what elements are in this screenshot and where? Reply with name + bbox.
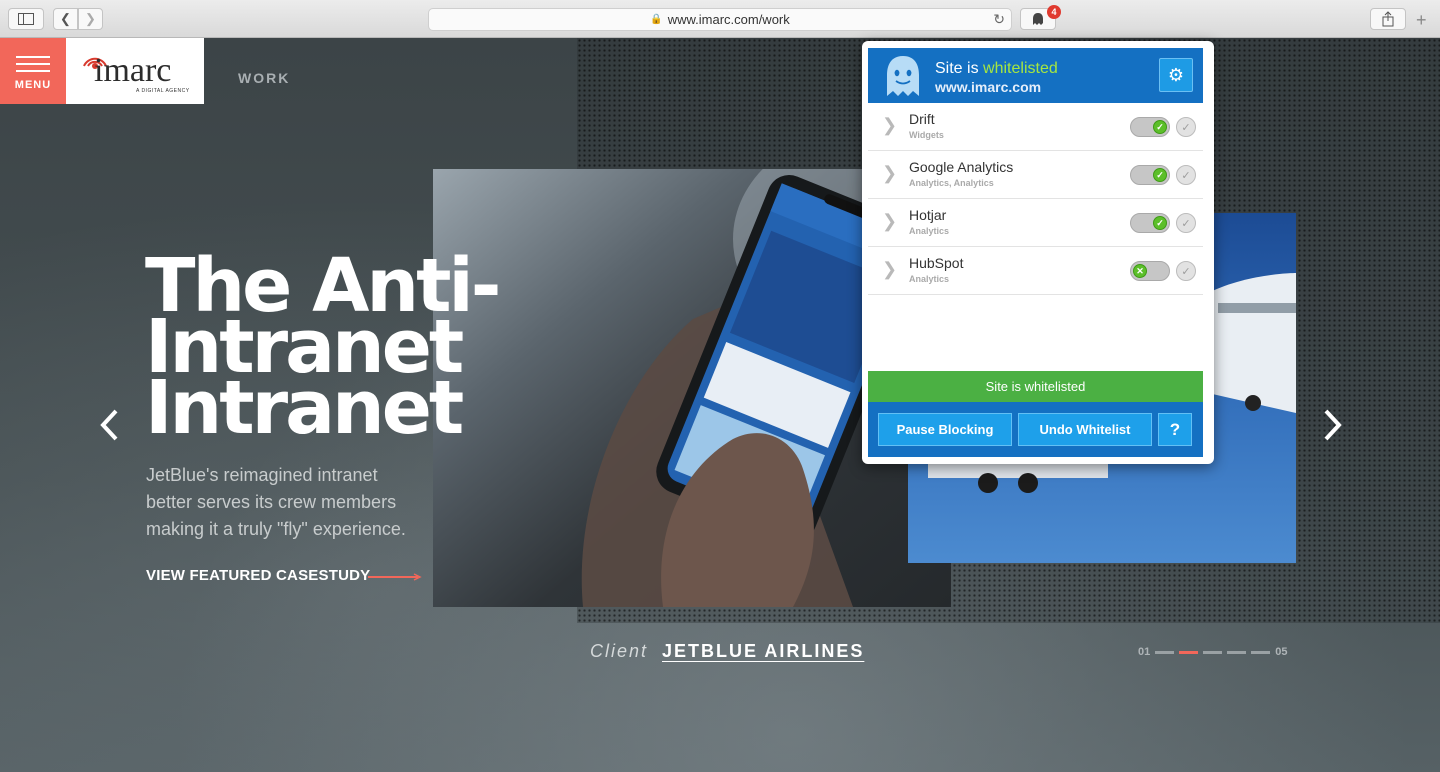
chevron-right-icon[interactable]: ❯ bbox=[882, 115, 897, 136]
tracker-row[interactable]: ❯ Google Analytics Analytics, Analytics … bbox=[868, 151, 1203, 199]
trust-check-button[interactable]: ✓ bbox=[1176, 165, 1196, 185]
nav-work[interactable]: WORK bbox=[238, 70, 290, 86]
popup-title: Site is whitelisted bbox=[935, 60, 1058, 78]
pager-segment[interactable] bbox=[1227, 650, 1247, 654]
checkmark-icon: ✓ bbox=[1181, 121, 1191, 134]
address-bar[interactable]: 🔒 www.imarc.com/work ↻ bbox=[428, 8, 1012, 31]
popup-domain: www.imarc.com bbox=[935, 79, 1042, 95]
trust-check-button[interactable]: ✓ bbox=[1176, 261, 1196, 281]
logo-wordmark: imarc bbox=[94, 52, 172, 89]
sidebar-icon bbox=[18, 13, 34, 25]
x-icon: ✕ bbox=[1133, 264, 1147, 278]
pager-end: 05 bbox=[1275, 646, 1288, 658]
checkmark-icon: ✓ bbox=[1181, 169, 1191, 182]
pager-start: 01 bbox=[1138, 646, 1151, 658]
tracker-name: HubSpot bbox=[909, 255, 964, 271]
slide-pager: 01 05 bbox=[1138, 646, 1288, 658]
client-label: Client bbox=[590, 641, 649, 661]
tracker-name: Drift bbox=[909, 111, 935, 127]
whitelist-status-bar: Site is whitelisted bbox=[868, 371, 1203, 407]
next-slide-arrow-icon[interactable] bbox=[1320, 408, 1344, 442]
popup-header: Site is whitelisted www.imarc.com ⚙ bbox=[868, 48, 1203, 103]
title-status: whitelisted bbox=[983, 60, 1058, 77]
check-icon: ✓ bbox=[1153, 120, 1167, 134]
sidebar-toggle-button[interactable] bbox=[8, 8, 44, 30]
chevron-right-icon[interactable]: ❯ bbox=[882, 211, 897, 232]
client-name-link[interactable]: JETBLUE AIRLINES bbox=[662, 641, 864, 662]
check-icon: ✓ bbox=[1153, 168, 1167, 182]
logo-tagline: A DIGITAL AGENCY bbox=[136, 88, 190, 94]
tracker-toggle[interactable]: ✓ bbox=[1130, 213, 1170, 233]
undo-whitelist-button[interactable]: Undo Whitelist bbox=[1018, 413, 1152, 446]
pager-segment[interactable] bbox=[1203, 650, 1223, 654]
extension-badge: 4 bbox=[1047, 5, 1061, 19]
tracker-category: Analytics, Analytics bbox=[909, 178, 994, 188]
reload-icon[interactable]: ↻ bbox=[993, 11, 1005, 28]
imarc-logo[interactable]: imarc A DIGITAL AGENCY bbox=[66, 38, 204, 104]
pause-blocking-button[interactable]: Pause Blocking bbox=[878, 413, 1012, 446]
chevron-right-icon[interactable]: ❯ bbox=[882, 259, 897, 280]
ghostery-ghost-icon bbox=[887, 56, 919, 96]
tracker-name: Hotjar bbox=[909, 207, 947, 223]
back-button[interactable]: ❮ bbox=[53, 8, 78, 30]
pager-segment-active[interactable] bbox=[1179, 650, 1199, 654]
url-text: www.imarc.com/work bbox=[667, 12, 790, 27]
share-button[interactable] bbox=[1370, 8, 1406, 30]
arrow-right-icon bbox=[368, 573, 422, 581]
forward-button[interactable]: ❯ bbox=[78, 8, 103, 30]
web-page: MENU imarc A DIGITAL AGENCY WORK The Ant… bbox=[0, 38, 1440, 772]
status-text: Site is whitelisted bbox=[985, 379, 1086, 394]
title-prefix: Site is bbox=[935, 60, 979, 77]
ghostery-popup: Site is whitelisted www.imarc.com ⚙ ❯ Dr… bbox=[862, 41, 1214, 464]
previous-slide-arrow-icon[interactable] bbox=[98, 408, 122, 442]
trust-check-button[interactable]: ✓ bbox=[1176, 117, 1196, 137]
ghost-icon bbox=[1033, 13, 1043, 25]
browser-toolbar: ❮ ❯ 🔒 www.imarc.com/work ↻ 4 + bbox=[0, 0, 1440, 38]
trust-check-button[interactable]: ✓ bbox=[1176, 213, 1196, 233]
hero-description: JetBlue's reimagined intranet better ser… bbox=[146, 465, 406, 539]
checkmark-icon: ✓ bbox=[1181, 217, 1191, 230]
chevron-right-icon[interactable]: ❯ bbox=[882, 163, 897, 184]
help-button[interactable]: ? bbox=[1158, 413, 1192, 446]
check-icon: ✓ bbox=[1153, 216, 1167, 230]
hamburger-icon bbox=[16, 51, 50, 77]
tracker-toggle[interactable]: ✓ bbox=[1130, 117, 1170, 137]
view-casestudy-link[interactable]: VIEW FEATURED CASESTUDY bbox=[146, 567, 370, 584]
tracker-row[interactable]: ❯ Drift Widgets ✓ ✓ bbox=[868, 103, 1203, 151]
menu-label: MENU bbox=[14, 79, 52, 91]
chevron-left-icon: ❮ bbox=[60, 11, 71, 26]
checkmark-icon: ✓ bbox=[1181, 265, 1191, 278]
pager-segment[interactable] bbox=[1155, 650, 1175, 654]
tracker-name: Google Analytics bbox=[909, 159, 1014, 175]
tracker-category: Analytics bbox=[909, 274, 950, 284]
tracker-row[interactable]: ❯ HubSpot Analytics ✕ ✓ bbox=[868, 247, 1203, 295]
popup-actions: Pause Blocking Undo Whitelist ? bbox=[868, 402, 1203, 457]
tracker-toggle[interactable]: ✓ bbox=[1130, 165, 1170, 185]
hero-headline: The Anti- Intranet Intranet bbox=[145, 249, 502, 451]
new-tab-icon[interactable]: + bbox=[1416, 10, 1427, 31]
headline-line: Intranet bbox=[145, 365, 464, 451]
menu-button[interactable]: MENU bbox=[0, 38, 66, 104]
chevron-right-icon: ❯ bbox=[85, 11, 96, 26]
tracker-category: Analytics bbox=[909, 226, 950, 236]
lock-icon: 🔒 bbox=[650, 14, 663, 25]
tracker-row[interactable]: ❯ Hotjar Analytics ✓ ✓ bbox=[868, 199, 1203, 247]
tracker-toggle[interactable]: ✕ bbox=[1130, 261, 1170, 281]
settings-button[interactable]: ⚙ bbox=[1159, 58, 1193, 92]
share-icon bbox=[1382, 11, 1394, 27]
gear-icon: ⚙ bbox=[1167, 64, 1185, 85]
tracker-category: Widgets bbox=[909, 130, 944, 140]
pager-segment[interactable] bbox=[1251, 650, 1271, 654]
